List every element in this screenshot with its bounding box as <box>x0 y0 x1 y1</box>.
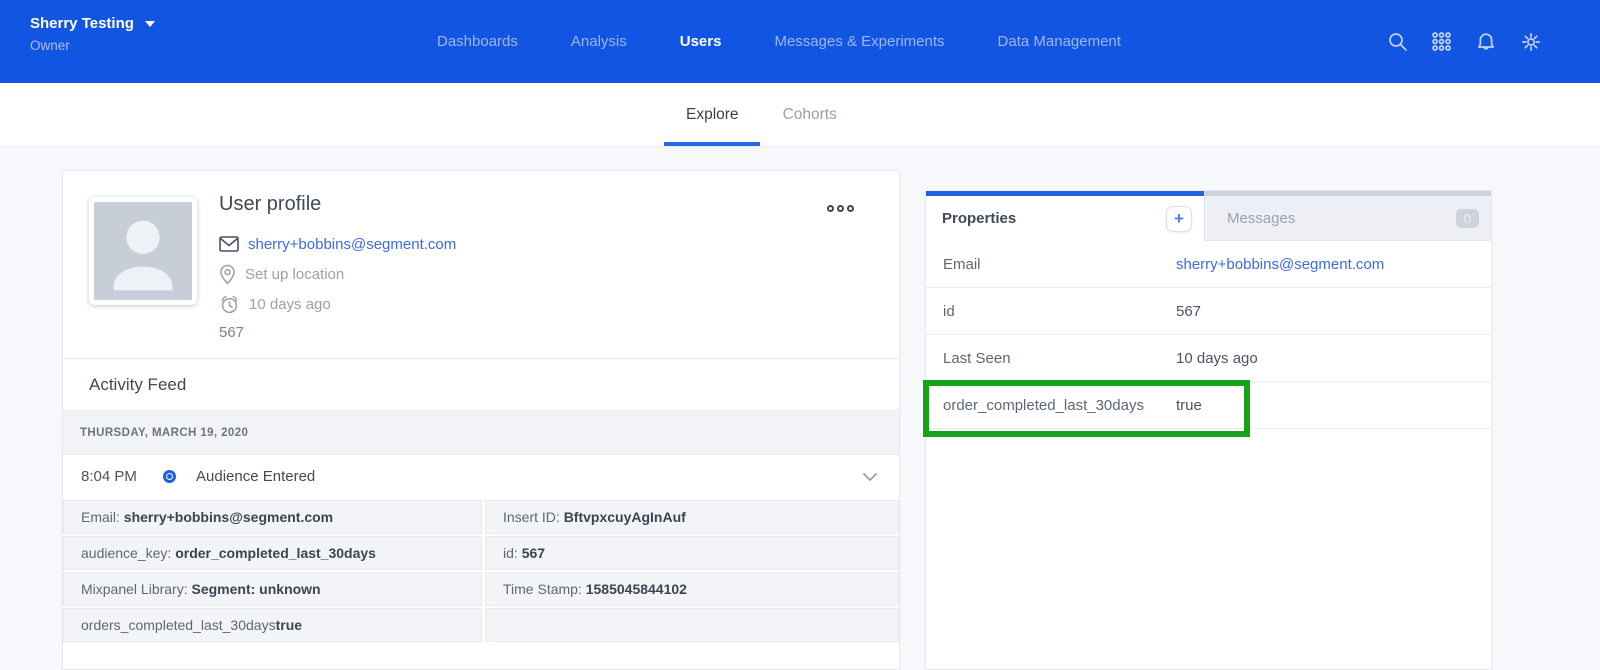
property-value: true <box>1176 397 1202 414</box>
subnav-bar: Explore Cohorts <box>0 83 1600 147</box>
top-header-bar: Sherry Testing Owner Dashboards Analysis… <box>0 0 1600 83</box>
search-icon[interactable] <box>1387 31 1408 52</box>
tab-explore[interactable]: Explore <box>686 83 739 146</box>
properties-card-tabs: Properties + Messages 0 <box>926 191 1491 241</box>
event-time: 8:04 PM <box>81 468 163 485</box>
active-tab-indicator <box>664 142 760 146</box>
event-name: Audience Entered <box>196 468 315 485</box>
property-row-id: id 567 <box>926 288 1491 335</box>
event-property-cell: id: 567 <box>485 536 899 570</box>
tab-cohorts[interactable]: Cohorts <box>783 83 837 146</box>
clock-icon <box>219 294 240 315</box>
user-profile-card: User profile sherry+bobbins@segment.com … <box>62 170 900 670</box>
chevron-down-icon[interactable] <box>863 473 877 481</box>
nav-item-dashboards[interactable]: Dashboards <box>437 33 518 50</box>
setup-location-link[interactable]: Set up location <box>245 266 344 283</box>
main-nav: Dashboards Analysis Users Messages & Exp… <box>437 0 1121 83</box>
activity-feed-title: Activity Feed <box>63 359 899 410</box>
workspace-name: Sherry Testing <box>30 15 134 32</box>
nav-item-users[interactable]: Users <box>680 33 722 50</box>
profile-header: User profile sherry+bobbins@segment.com … <box>63 171 899 359</box>
property-key: id <box>943 303 1176 320</box>
property-key: Last Seen <box>943 350 1176 367</box>
user-id-text: 567 <box>219 324 456 341</box>
property-value-email-link[interactable]: sherry+bobbins@segment.com <box>1176 256 1384 273</box>
subnav-tabs: Explore Cohorts <box>686 83 837 146</box>
tab-cohorts-label: Cohorts <box>783 106 837 124</box>
property-value: 567 <box>1176 303 1201 320</box>
app-window: Sherry Testing Owner Dashboards Analysis… <box>0 0 1600 670</box>
profile-email-link[interactable]: sherry+bobbins@segment.com <box>248 236 456 253</box>
more-options-button[interactable] <box>824 202 857 215</box>
event-property-cell: orders_completed_last_30daystrue <box>63 608 482 642</box>
caret-down-icon <box>145 21 155 27</box>
tab-messages-label: Messages <box>1227 210 1295 227</box>
apps-grid-icon[interactable] <box>1431 31 1452 52</box>
event-properties-table: Email: sherry+bobbins@segment.com Insert… <box>63 498 899 642</box>
event-property-cell: Mixpanel Library: Segment: unknown <box>63 572 482 606</box>
messages-count-badge: 0 <box>1456 209 1479 228</box>
profile-title: User profile <box>219 193 456 216</box>
last-seen-text: 10 days ago <box>249 296 331 313</box>
event-property-cell <box>485 608 899 642</box>
property-value: 10 days ago <box>1176 350 1258 367</box>
event-property-cell: Email: sherry+bobbins@segment.com <box>63 500 482 534</box>
avatar <box>89 197 197 305</box>
tab-explore-label: Explore <box>686 106 739 124</box>
nav-item-data-management[interactable]: Data Management <box>998 33 1121 50</box>
property-row-email: Email sherry+bobbins@segment.com <box>926 241 1491 288</box>
envelope-icon <box>219 236 239 252</box>
property-row-order-completed: order_completed_last_30days true <box>926 382 1491 429</box>
property-key: order_completed_last_30days <box>943 397 1176 414</box>
tab-properties[interactable]: Properties + <box>926 191 1204 241</box>
settings-icon[interactable] <box>1520 31 1542 53</box>
notifications-icon[interactable] <box>1475 31 1497 53</box>
event-row-audience-entered[interactable]: 8:04 PM Audience Entered <box>63 455 899 498</box>
tab-properties-label: Properties <box>942 210 1016 227</box>
nav-item-messages-experiments[interactable]: Messages & Experiments <box>774 33 944 50</box>
header-icon-group <box>1387 0 1542 83</box>
workspace-role: Owner <box>30 38 155 53</box>
more-options-icon <box>827 205 834 212</box>
tab-messages[interactable]: Messages 0 <box>1204 191 1491 241</box>
person-silhouette-icon <box>94 202 192 300</box>
add-property-button[interactable]: + <box>1166 206 1192 232</box>
event-property-cell: Time Stamp: 1585045844102 <box>485 572 899 606</box>
nav-item-analysis[interactable]: Analysis <box>571 33 627 50</box>
event-property-cell: Insert ID: BftvpxcuyAgInAuf <box>485 500 899 534</box>
property-key: Email <box>943 256 1176 273</box>
activity-date-header: THURSDAY, MARCH 19, 2020 <box>63 410 899 455</box>
event-property-cell: audience_key: order_completed_last_30day… <box>63 536 482 570</box>
properties-card: Properties + Messages 0 Email sherry+bob… <box>925 190 1492 670</box>
workspace-switcher[interactable]: Sherry Testing Owner <box>30 15 155 53</box>
audience-entered-icon <box>163 470 176 483</box>
property-row-last-seen: Last Seen 10 days ago <box>926 335 1491 382</box>
location-pin-icon <box>219 264 236 285</box>
